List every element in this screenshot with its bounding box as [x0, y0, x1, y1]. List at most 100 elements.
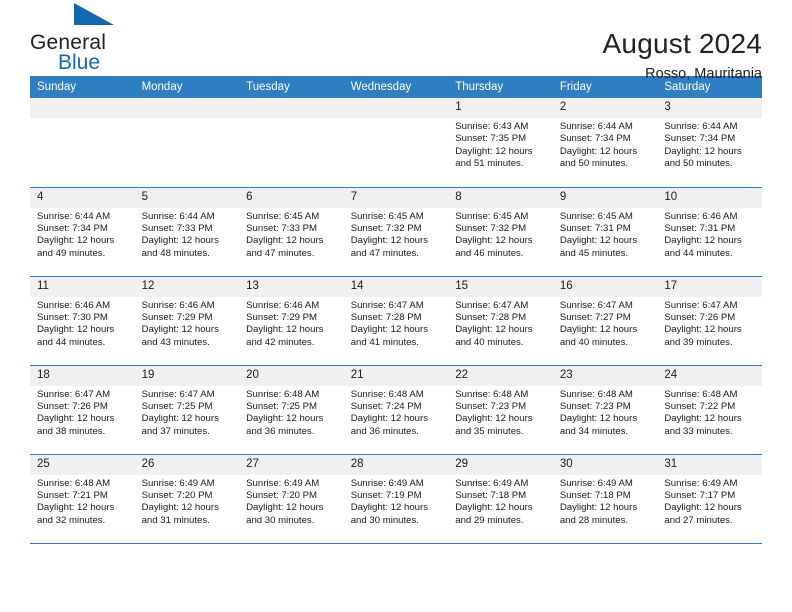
sunset-text: Sunset: 7:34 PM — [37, 222, 108, 234]
calendar-day-cell[interactable]: 28 Sunrise: 6:49 AM Sunset: 7:19 PM Dayligh… — [343, 454, 449, 544]
calendar-day-cell[interactable]: 29 Sunrise: 6:49 AM Sunset: 7:18 PM Dayligh… — [448, 454, 553, 544]
sunrise-text: Sunrise: 6:45 AM — [350, 210, 424, 222]
daylight-text-line1: Daylight: 12 hours — [141, 324, 219, 336]
calendar-day-cell[interactable]: 16 Sunrise: 6:47 AM Sunset: 7:27 PM Dayligh… — [552, 276, 658, 366]
sunrise-text: Sunrise: 6:44 AM — [664, 121, 738, 132]
calendar-page: General Blue August 2024 Rosso, Mauritan… — [0, 0, 792, 612]
calendar-day-cell[interactable]: 20 Sunrise: 6:48 AM Sunset: 7:25 PM Dayligh… — [239, 365, 344, 455]
day-number: 8 — [448, 187, 553, 208]
sunset-text: Sunset: 7:20 PM — [141, 489, 213, 501]
sunset-text: Sunset: 7:28 PM — [455, 311, 527, 323]
sunset-text: Sunset: 7:17 PM — [664, 489, 736, 501]
calendar-day-cell[interactable]: 22 Sunrise: 6:48 AM Sunset: 7:23 PM Dayligh… — [448, 365, 553, 455]
day-number: 11 — [30, 276, 135, 297]
sunset-text: Sunset: 7:35 PM — [455, 133, 527, 145]
sunrise-text: Sunrise: 6:47 AM — [664, 299, 738, 311]
daylight-text-line2: and 30 minutes. — [246, 514, 315, 526]
daylight-text-line1: Daylight: 12 hours — [455, 145, 533, 157]
calendar-day-cell[interactable]: 15 Sunrise: 6:47 AM Sunset: 7:28 PM Dayligh… — [448, 276, 553, 366]
calendar-day-cell[interactable]: 17 Sunrise: 6:47 AM Sunset: 7:26 PM Dayligh… — [657, 276, 762, 366]
logo-text-blue: Blue — [58, 51, 101, 74]
calendar-day-cell[interactable]: 18 Sunrise: 6:47 AM Sunset: 7:26 PM Dayligh… — [30, 365, 135, 455]
calendar-day-cell[interactable]: 2 Sunrise: 6:44 AM Sunset: 7:34 PM Daylight… — [552, 98, 658, 188]
calendar-day-cell[interactable]: 24 Sunrise: 6:48 AM Sunset: 7:22 PM Dayligh… — [657, 365, 762, 455]
day-number: 18 — [30, 365, 135, 386]
calendar-day-cell[interactable]: 25 Sunrise: 6:48 AM Sunset: 7:21 PM Dayligh… — [30, 454, 135, 544]
calendar-day-cell[interactable]: 5 Sunrise: 6:44 AM Sunset: 7:33 PM Daylight… — [134, 187, 240, 277]
day-number — [30, 98, 135, 118]
sun-info: Sunrise: 6:44 AM Sunset: 7:34 PM Daylight:… — [553, 118, 658, 171]
calendar-day-cell[interactable]: 1 Sunrise: 6:43 AM Sunset: 7:35 PM Daylight… — [448, 98, 553, 188]
daylight-text-line2: and 45 minutes. — [559, 247, 629, 259]
daylight-text-line1: Daylight: 12 hours — [246, 324, 324, 336]
calendar-day-cell[interactable]: 7 Sunrise: 6:45 AM Sunset: 7:32 PM Daylight… — [343, 187, 449, 277]
general-blue-logo[interactable]: General Blue — [30, 3, 114, 74]
daylight-text-line1: Daylight: 12 hours — [559, 502, 638, 514]
calendar-day-cell[interactable]: 13 Sunrise: 6:46 AM Sunset: 7:29 PM Dayligh… — [239, 276, 344, 366]
calendar-day-cell[interactable]: 12 Sunrise: 6:46 AM Sunset: 7:29 PM Dayligh… — [134, 276, 240, 366]
day-number: 5 — [134, 187, 240, 208]
sunset-text: Sunset: 7:18 PM — [559, 489, 631, 501]
calendar-day-cell[interactable]: 6 Sunrise: 6:45 AM Sunset: 7:33 PM Daylight… — [239, 187, 344, 277]
calendar-day-cell[interactable]: 14 Sunrise: 6:47 AM Sunset: 7:28 PM Dayligh… — [343, 276, 449, 366]
daylight-text-line1: Daylight: 12 hours — [664, 145, 742, 157]
daylight-text-line2: and 33 minutes. — [664, 425, 733, 437]
calendar-day-cell[interactable]: 23 Sunrise: 6:48 AM Sunset: 7:23 PM Dayligh… — [552, 365, 658, 455]
calendar-week-row: 4 Sunrise: 6:44 AM Sunset: 7:34 PM Daylight… — [30, 187, 762, 277]
sunrise-text: Sunrise: 6:48 AM — [246, 388, 320, 400]
sun-info: Sunrise: 6:47 AM Sunset: 7:28 PM Daylight:… — [448, 297, 553, 350]
daylight-text-line1: Daylight: 12 hours — [455, 413, 533, 425]
daylight-text-line2: and 47 minutes. — [350, 247, 419, 259]
sunset-text: Sunset: 7:28 PM — [350, 311, 422, 323]
sunset-text: Sunset: 7:19 PM — [350, 489, 422, 501]
calendar-day-cell[interactable]: 8 Sunrise: 6:45 AM Sunset: 7:32 PM Daylight… — [448, 187, 553, 277]
calendar-day-cell[interactable]: 31 Sunrise: 6:49 AM Sunset: 7:17 PM Dayligh… — [657, 454, 762, 544]
calendar-day-cell[interactable]: 4 Sunrise: 6:44 AM Sunset: 7:34 PM Daylight… — [30, 187, 135, 277]
daylight-text-line1: Daylight: 12 hours — [350, 413, 429, 425]
daylight-text-line2: and 46 minutes. — [455, 247, 524, 259]
calendar-day-cell[interactable]: 21 Sunrise: 6:48 AM Sunset: 7:24 PM Dayligh… — [343, 365, 449, 455]
daylight-text-line2: and 50 minutes. — [664, 158, 733, 170]
calendar-day-cell[interactable]: 3 Sunrise: 6:44 AM Sunset: 7:34 PM Daylight… — [657, 98, 762, 188]
day-number: 27 — [239, 454, 344, 475]
daylight-text-line1: Daylight: 12 hours — [350, 324, 429, 336]
daylight-text-line2: and 39 minutes. — [664, 336, 733, 348]
daylight-text-line1: Daylight: 12 hours — [246, 502, 324, 514]
calendar-day-cell[interactable]: 19 Sunrise: 6:47 AM Sunset: 7:25 PM Dayligh… — [134, 365, 240, 455]
weekday-header-wednesday: Wednesday — [343, 76, 449, 98]
calendar-day-cell[interactable]: 26 Sunrise: 6:49 AM Sunset: 7:20 PM Dayligh… — [134, 454, 240, 544]
calendar-week-row: 1 Sunrise: 6:43 AM Sunset: 7:35 PM Daylight… — [30, 98, 762, 188]
daylight-text-line2: and 44 minutes. — [37, 336, 106, 348]
calendar-day-cell[interactable]: 10 Sunrise: 6:46 AM Sunset: 7:31 PM Dayligh… — [657, 187, 762, 277]
sun-info: Sunrise: 6:45 AM Sunset: 7:33 PM Daylight:… — [239, 208, 344, 261]
sun-info: Sunrise: 6:46 AM Sunset: 7:29 PM Daylight:… — [239, 297, 344, 350]
calendar-day-cell[interactable]: 11 Sunrise: 6:46 AM Sunset: 7:30 PM Dayligh… — [30, 276, 135, 366]
day-number: 16 — [552, 276, 658, 297]
daylight-text-line2: and 38 minutes. — [37, 425, 106, 437]
daylight-text-line1: Daylight: 12 hours — [37, 324, 115, 336]
sun-info: Sunrise: 6:49 AM Sunset: 7:19 PM Daylight:… — [344, 475, 449, 528]
daylight-text-line1: Daylight: 12 hours — [664, 324, 742, 336]
day-number: 4 — [30, 187, 135, 208]
daylight-text-line1: Daylight: 12 hours — [246, 235, 324, 247]
calendar-day-cell[interactable]: 27 Sunrise: 6:49 AM Sunset: 7:20 PM Dayligh… — [239, 454, 344, 544]
calendar-day-cell[interactable]: 30 Sunrise: 6:49 AM Sunset: 7:18 PM Dayligh… — [552, 454, 658, 544]
day-number — [343, 98, 449, 118]
daylight-text-line1: Daylight: 12 hours — [559, 235, 638, 247]
daylight-text-line2: and 34 minutes. — [559, 425, 629, 437]
calendar-week-row: 25 Sunrise: 6:48 AM Sunset: 7:21 PM Dayligh… — [30, 454, 762, 544]
sunset-text: Sunset: 7:31 PM — [664, 222, 736, 234]
sun-info: Sunrise: 6:49 AM Sunset: 7:18 PM Daylight:… — [448, 475, 553, 528]
daylight-text-line1: Daylight: 12 hours — [37, 235, 115, 247]
calendar-table: Sunday Monday Tuesday Wednesday Thursday… — [30, 76, 762, 544]
daylight-text-line2: and 40 minutes. — [559, 336, 629, 348]
sunrise-text: Sunrise: 6:44 AM — [559, 121, 633, 132]
daylight-text-line2: and 48 minutes. — [141, 247, 210, 259]
sunset-text: Sunset: 7:22 PM — [664, 400, 736, 412]
calendar-day-cell[interactable]: 9 Sunrise: 6:45 AM Sunset: 7:31 PM Daylight… — [552, 187, 658, 277]
daylight-text-line1: Daylight: 12 hours — [455, 502, 533, 514]
sunset-text: Sunset: 7:34 PM — [664, 133, 736, 145]
sunrise-text: Sunrise: 6:49 AM — [350, 477, 424, 489]
daylight-text-line1: Daylight: 12 hours — [559, 413, 638, 425]
day-number: 22 — [448, 365, 553, 386]
